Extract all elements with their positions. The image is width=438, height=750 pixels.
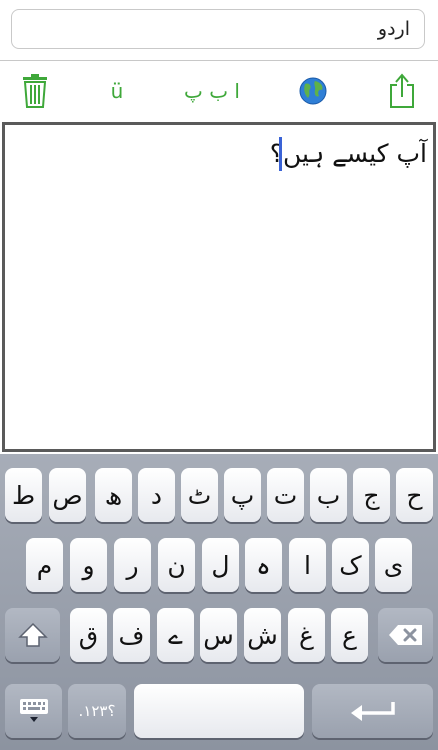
umlaut-button[interactable]: ü	[104, 61, 130, 121]
key-do-chashmi-heh[interactable]: ھ	[95, 468, 132, 522]
backspace-icon	[388, 625, 422, 645]
key-heh[interactable]: ہ	[245, 538, 282, 592]
return-icon	[350, 702, 395, 721]
trash-button[interactable]	[20, 61, 50, 121]
keyboard-icon	[19, 699, 48, 722]
text-caret	[279, 137, 282, 171]
key-teh[interactable]: ت	[267, 468, 304, 522]
language-field[interactable]: اردو	[11, 9, 425, 49]
key-tah[interactable]: ط	[5, 468, 42, 522]
key-reh[interactable]: ر	[114, 538, 151, 592]
toolbar: ü ا ب پ	[0, 61, 438, 121]
key-ain[interactable]: ع	[331, 608, 368, 662]
key-sheen[interactable]: ش	[244, 608, 281, 662]
trash-icon	[23, 74, 47, 108]
key-noon[interactable]: ن	[158, 538, 195, 592]
key-waw[interactable]: و	[70, 538, 107, 592]
letters-button[interactable]: ا ب پ	[182, 61, 242, 121]
shift-key[interactable]	[5, 608, 60, 662]
shift-icon	[17, 622, 48, 647]
key-dal[interactable]: د	[138, 468, 175, 522]
backspace-key[interactable]	[378, 608, 433, 662]
key-hah[interactable]: ح	[396, 468, 433, 522]
share-button[interactable]	[386, 61, 418, 121]
key-tteh[interactable]: ٹ	[181, 468, 218, 522]
numbers-key[interactable]: .؟۱۲۳	[68, 684, 126, 738]
key-jeem[interactable]: ج	[353, 468, 390, 522]
key-qaf[interactable]: ق	[70, 608, 107, 662]
key-ghain[interactable]: غ	[288, 608, 325, 662]
key-meem[interactable]: م	[26, 538, 63, 592]
key-peh[interactable]: پ	[224, 468, 261, 522]
key-yeh[interactable]: ی	[375, 538, 412, 592]
space-key[interactable]	[134, 684, 304, 738]
key-sad[interactable]: ص	[49, 468, 86, 522]
key-alef[interactable]: ا	[289, 538, 326, 592]
key-feh[interactable]: ف	[113, 608, 150, 662]
key-lam[interactable]: ل	[202, 538, 239, 592]
share-icon	[390, 73, 414, 108]
return-key[interactable]	[312, 684, 433, 738]
globe-button[interactable]	[297, 61, 329, 121]
keyboard-switch-key[interactable]	[5, 684, 62, 738]
key-kaf[interactable]: ک	[332, 538, 369, 592]
text-editor[interactable]: آپ کیسے ہیں؟	[2, 122, 436, 452]
globe-icon	[299, 77, 327, 105]
key-bari-yeh[interactable]: ے	[157, 608, 194, 662]
editor-text: آپ کیسے ہیں؟	[269, 139, 427, 168]
keyboard: ح ج ب ت پ ٹ د ھ ص ط ی ک ا ہ ل ن ر و م ع …	[0, 454, 438, 750]
key-seen[interactable]: س	[200, 608, 237, 662]
key-beh[interactable]: ب	[310, 468, 347, 522]
top-bar: اردو	[0, 0, 438, 61]
